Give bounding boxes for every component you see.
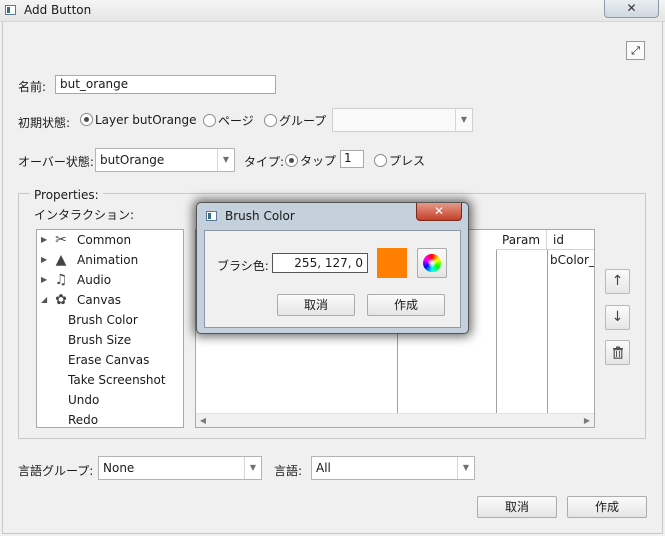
expand-arrow-icon[interactable]: ▶ [41,270,47,290]
properties-title: Properties: [30,188,103,202]
animation-icon: ▲ [55,252,67,268]
over-state-select[interactable]: butOrange ▼ [95,148,235,172]
tree-item-redo[interactable]: Redo [68,410,98,427]
window-close-button[interactable]: ✕ [604,0,659,18]
tree-item-canvas[interactable]: ◢ ✿ Canvas [37,290,183,310]
color-picker-button[interactable] [417,248,447,278]
radio-tap[interactable]: タップ [285,152,336,169]
type-label: タイプ: [244,155,285,169]
tree-item-label: Common [77,233,132,247]
radio-press-label: プレス [389,154,426,168]
brush-color-dialog: Brush Color ✕ ブラシ色: 255, 127, 0 取消 作成 [196,202,469,334]
language-value: All [316,461,331,475]
tree-item-label: Audio [77,273,112,287]
scroll-left-icon[interactable]: ◀ [196,414,210,427]
dialog-title: Brush Color [225,209,295,223]
tree-item-take-screenshot[interactable]: Take Screenshot [68,370,166,390]
grid-hscrollbar[interactable]: ◀ ▶ [196,413,594,427]
tree-item-undo[interactable]: Undo [68,390,99,410]
radio-layer[interactable]: Layer butOrange [80,112,197,127]
tree-item-common[interactable]: ▶ ✂ Common [37,230,183,250]
name-label: 名前: [18,80,47,94]
radio-tap-indicator[interactable] [285,154,298,167]
language-select[interactable]: All ▼ [311,456,475,480]
color-swatch[interactable] [377,248,407,278]
radio-tap-label: タップ [300,154,337,168]
column-header-param[interactable]: Param [496,230,547,250]
over-state-label: オーバー状態: [18,155,94,169]
title-bar: Add Button ✕ [0,0,665,22]
column-header-id[interactable]: id [547,230,594,250]
tools-icon: ✂ [55,232,67,248]
group-select[interactable]: ▼ [332,108,473,132]
radio-page-indicator[interactable] [203,114,216,127]
tree-item-erase-canvas[interactable]: Erase Canvas [68,350,149,370]
chevron-down-icon: ▼ [217,149,234,171]
radio-layer-indicator[interactable] [80,113,93,126]
cell-id: bColor_( [550,253,594,267]
tree-item-animation[interactable]: ▶ ▲ Animation [37,250,183,270]
initial-state-label: 初期状態: [18,116,71,130]
radio-layer-label: Layer butOrange [95,112,197,127]
radio-group-indicator[interactable] [264,114,277,127]
radio-page-label: ページ [218,114,254,128]
name-input[interactable]: but_orange [55,75,276,94]
language-label: 言語: [274,464,303,478]
tap-count-input[interactable]: 1 [340,150,364,168]
column-divider [496,250,497,413]
language-group-label: 言語グループ: [18,464,94,478]
dialog-close-button[interactable]: ✕ [416,203,462,221]
chevron-down-icon: ▼ [244,457,261,479]
dialog-cancel-button[interactable]: 取消 [277,294,355,316]
radio-press[interactable]: プレス [374,152,425,169]
scroll-right-icon[interactable]: ▶ [580,414,594,427]
chevron-down-icon: ▼ [457,457,474,479]
trash-icon [612,346,623,359]
language-group-value: None [103,461,135,475]
arrow-down-icon: ↓ [611,309,624,325]
app-window-icon [5,5,16,15]
arrow-up-icon: ↑ [611,273,624,289]
expand-arrow-icon[interactable]: ▶ [41,250,47,270]
canvas-icon: ✿ [55,292,67,308]
delete-button[interactable] [605,340,630,365]
interaction-label: インタラクション: [34,208,135,222]
maximize-icon[interactable]: ⤢ [626,41,645,60]
language-group-select[interactable]: None ▼ [98,456,262,480]
create-button[interactable]: 作成 [567,496,647,518]
dialog-body: ブラシ色: 255, 127, 0 取消 作成 [204,230,461,328]
brush-color-value-input[interactable]: 255, 127, 0 [272,253,368,273]
move-down-button[interactable]: ↓ [605,305,630,330]
cancel-button[interactable]: 取消 [477,496,557,518]
tree-item-brush-color[interactable]: Brush Color [68,310,138,330]
dialog-window-icon [206,211,217,221]
tree-item-label: Canvas [77,293,122,307]
tree-item-brush-size[interactable]: Brush Size [68,330,131,350]
color-wheel-icon [423,254,441,272]
radio-group-label: グループ [279,114,327,128]
audio-icon: ♫ [54,272,68,288]
column-divider [547,250,548,413]
radio-page[interactable]: ページ [203,112,254,129]
radio-group[interactable]: グループ [264,112,326,129]
interaction-tree[interactable]: ▶ ✂ Common ▶ ▲ Animation ▶ ♫ Audio ◢ ✿ C… [36,229,184,428]
radio-press-indicator[interactable] [374,154,387,167]
over-state-value: butOrange [100,153,165,167]
dialog-create-button[interactable]: 作成 [367,294,445,316]
brush-color-label: ブラシ色: [217,259,269,273]
window-title: Add Button [24,3,92,17]
tree-item-label: Animation [77,253,139,267]
chevron-down-icon: ▼ [455,109,472,131]
expand-arrow-icon[interactable]: ▶ [41,230,47,250]
collapse-arrow-icon[interactable]: ◢ [41,290,47,310]
move-up-button[interactable]: ↑ [605,269,630,294]
tree-item-audio[interactable]: ▶ ♫ Audio [37,270,183,290]
